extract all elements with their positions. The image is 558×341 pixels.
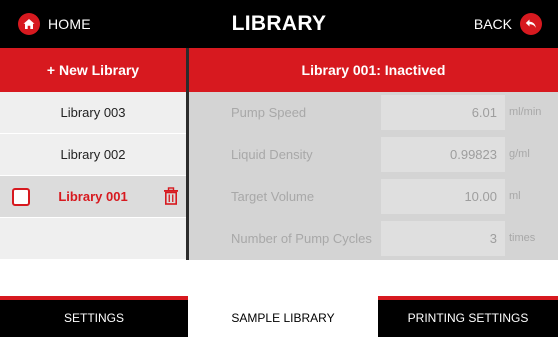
new-library-button[interactable]: + New Library (0, 48, 186, 92)
param-unit: ml/min (509, 106, 542, 118)
param-value: 10.00 (464, 189, 497, 204)
param-unit: g/ml (509, 148, 530, 160)
library-item-selected[interactable]: Library 001 (0, 176, 186, 217)
param-row-pump-speed: Pump Speed 6.01 ml/min (189, 92, 558, 133)
param-unit: ml (509, 190, 521, 202)
trash-icon[interactable] (163, 187, 179, 205)
param-value: 0.99823 (450, 147, 497, 162)
back-label: BACK (473, 16, 512, 32)
bottom-tab-bar: SETTINGS SAMPLE LIBRARY PRINTING SETTING… (0, 296, 558, 337)
library-list: Library 003 Library 002 Library 001 (0, 92, 186, 260)
library-item-empty (0, 218, 186, 259)
param-row-pump-cycles: Number of Pump Cycles 3 times (189, 218, 558, 259)
param-value: 6.01 (471, 105, 497, 120)
parameter-panel: Pump Speed 6.01 ml/min Liquid Density 0.… (189, 92, 558, 260)
tab-settings[interactable]: SETTINGS (0, 300, 188, 337)
library-item[interactable]: Library 002 (0, 134, 186, 175)
library-item-label: Library 003 (60, 105, 126, 120)
param-unit: times (509, 232, 536, 244)
top-bar: HOME LIBRARY BACK (0, 0, 558, 48)
back-arrow-icon (520, 13, 542, 35)
library-item-label: Library 002 (60, 147, 126, 162)
library-detail-title: Library 001: Inactived (189, 48, 558, 92)
param-label: Target Volume (231, 189, 315, 204)
library-item-label: Library 001 (58, 189, 128, 204)
back-button[interactable]: BACK (474, 10, 542, 38)
param-value: 3 (489, 231, 497, 246)
param-label: Number of Pump Cycles (231, 231, 372, 246)
param-row-target-volume: Target Volume 10.00 ml (189, 176, 558, 217)
library-item[interactable]: Library 003 (0, 92, 186, 133)
tab-sample-library[interactable]: SAMPLE LIBRARY (188, 296, 378, 337)
param-row-liquid-density: Liquid Density 0.99823 g/ml (189, 134, 558, 175)
param-label: Liquid Density (231, 147, 313, 162)
param-label: Pump Speed (231, 105, 307, 120)
tab-printing-settings[interactable]: PRINTING SETTINGS (378, 300, 558, 337)
